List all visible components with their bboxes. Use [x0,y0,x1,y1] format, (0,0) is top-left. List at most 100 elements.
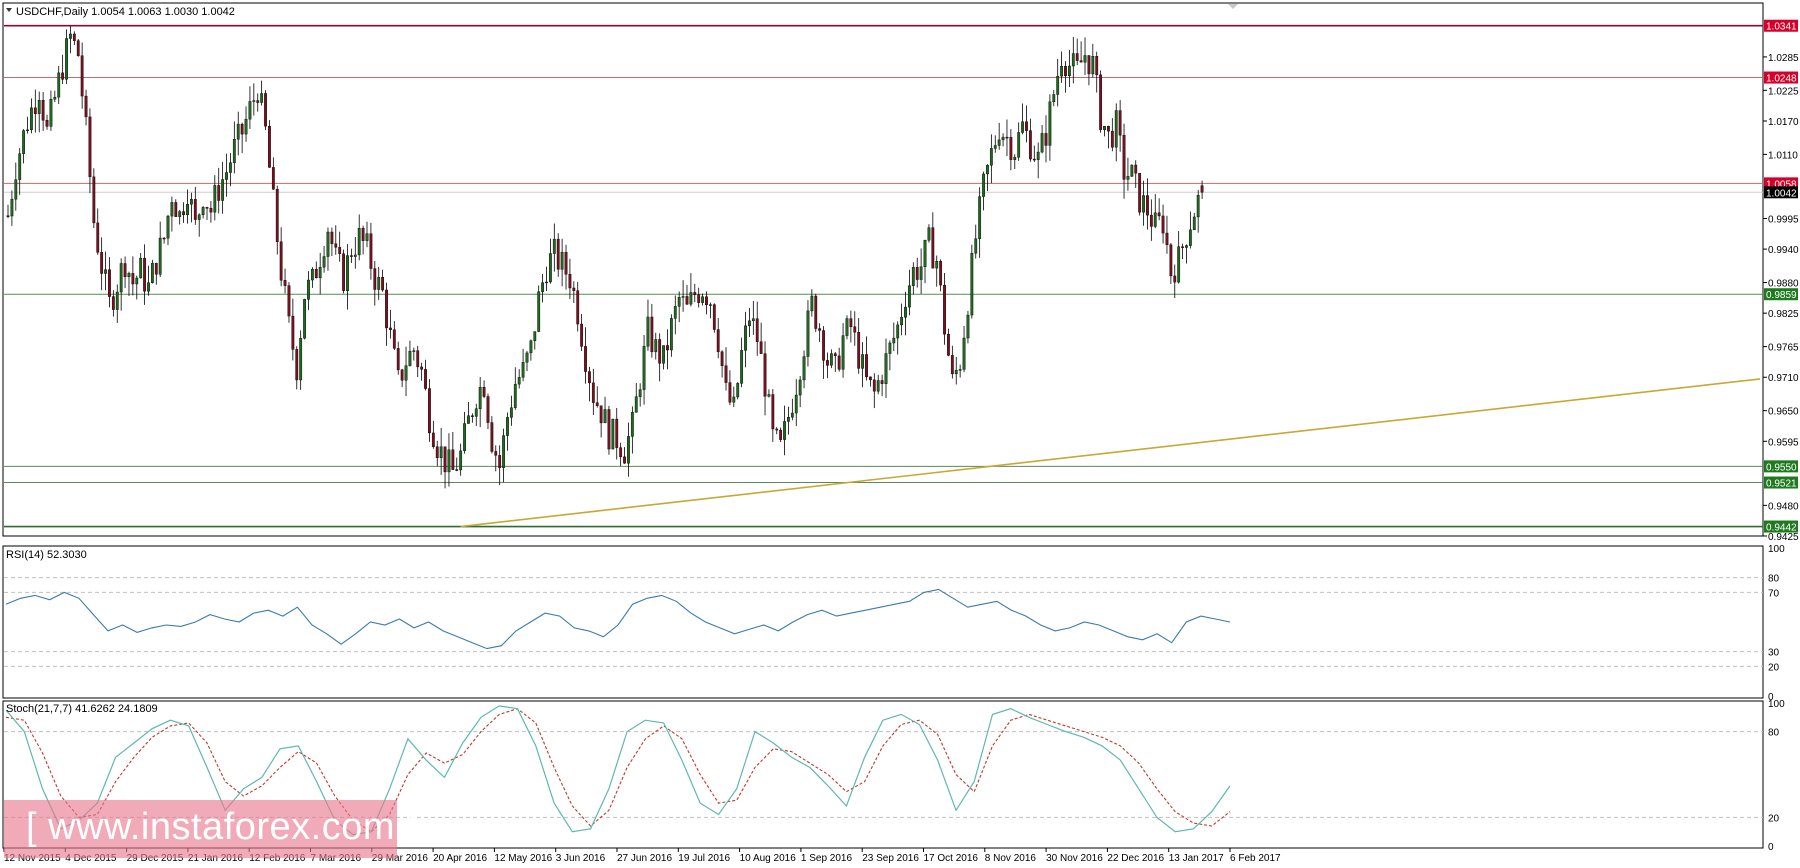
candle-body [1013,157,1017,160]
rsi-level-lines [4,577,1763,667]
date-label: 3 Jun 2016 [556,853,606,864]
stoch-title: Stoch(21,7,7) 41.6262 24.1809 [6,703,158,715]
candle-body [748,320,751,327]
candle-body [170,202,174,217]
candle-body [260,93,264,103]
candle-body [455,469,459,471]
candle-body [1130,164,1134,177]
candle-body [767,394,771,397]
candle-body [287,285,291,317]
candle-body [935,261,939,269]
candle-body [365,233,369,241]
candle-body [45,120,49,127]
candle-body [720,351,724,366]
candle-body [447,449,451,473]
candle-body [225,172,228,180]
candle-body [927,227,931,241]
rsi-tick-label: 30 [1768,648,1780,659]
candle-body [915,267,919,280]
price-tick-label: 1.0225 [1768,86,1799,97]
level-label: 1.0341 [1766,22,1797,33]
candle-body [400,369,404,381]
candle-body [431,432,435,447]
candle-body [591,382,595,403]
candle-body [478,387,482,409]
candle-body [666,345,669,351]
candle-body [1009,137,1013,160]
candle-body [1196,195,1200,218]
symbol-title: USDCHF,Daily 1.0054 1.0063 1.0030 1.0042 [16,6,235,18]
candle-body [353,254,357,257]
date-label: 23 Sep 2016 [862,853,919,864]
rsi-tick-label: 20 [1768,662,1780,673]
candle-body [634,396,638,413]
candle-body [197,214,201,220]
date-label: 27 Jun 2016 [617,853,672,864]
candle-body [182,211,185,216]
stoch-tick-label: 100 [1768,699,1785,710]
candle-body [517,377,521,385]
candle-body [525,352,529,363]
candle-body [1146,195,1149,216]
candle-body [96,222,100,253]
candle-body [435,446,439,459]
candle-body [1017,132,1021,158]
candle-body [806,310,810,357]
candle-body [1118,110,1122,136]
candle-body [162,237,166,240]
candle-body [1064,65,1067,77]
candle-body [584,346,587,372]
price-tick-label: 0.9940 [1768,245,1799,256]
candle-body [662,345,665,364]
candle-body [857,332,861,369]
candle-body [342,253,345,291]
candle-body [1044,133,1048,146]
candle-body [974,238,978,254]
candle-body [264,93,267,127]
candle-body [783,421,786,440]
candle-body [1110,130,1114,148]
candle-body [588,371,591,384]
candle-body [802,356,806,381]
candle-body [213,185,217,213]
candle-body [1192,216,1196,231]
candle-body [814,295,818,329]
candle-body [1142,195,1145,213]
candle-body [322,256,326,268]
candles [6,26,1204,489]
candle-body [861,354,864,369]
candle-body [560,252,564,270]
candle-body [346,255,349,291]
candle-body [443,446,447,473]
candle-body [373,268,377,290]
candle-body [314,268,318,279]
candle-body [689,292,693,305]
rsi-axis: 100807030200 [1768,544,1785,703]
candle-body [853,326,857,333]
candle-body [966,314,970,339]
candle-body [697,294,701,303]
candle-body [467,415,470,424]
candle-body [947,333,950,356]
date-label: 20 Apr 2016 [433,853,487,864]
candle-body [201,207,205,216]
candle-body [693,292,697,295]
menu-arrow-icon[interactable] [6,8,12,12]
candle-body [943,284,946,335]
candle-body [751,318,755,322]
candle-body [1157,212,1161,217]
candle-body [1021,121,1024,133]
candle-body [108,269,111,297]
candle-body [381,276,385,291]
candle-body [833,353,837,357]
date-label: 6 Feb 2017 [1230,853,1281,864]
trendline[interactable] [460,378,1761,528]
candle-body [896,324,900,339]
level-label: 0.9859 [1766,290,1797,301]
candle-body [111,296,115,310]
candle-body [318,266,322,279]
candle-body [30,107,33,131]
candle-body [334,243,338,248]
candle-body [349,255,353,257]
candle-body [240,123,244,135]
